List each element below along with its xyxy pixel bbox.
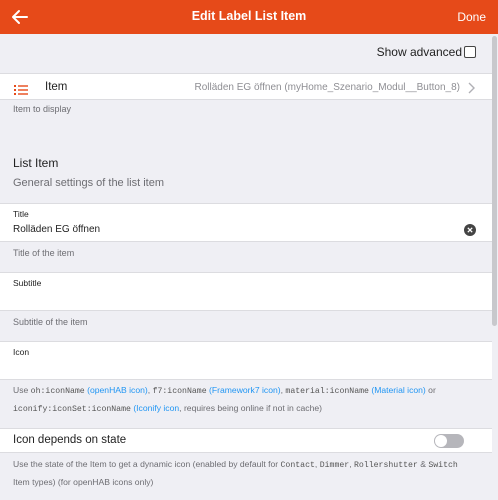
iconify-icon-link[interactable]: (Iconify icon — [133, 403, 179, 413]
subtitle-field[interactable]: Subtitle — [0, 272, 492, 311]
title-field-label: Title — [13, 209, 29, 219]
icon-state-label: Icon depends on state — [13, 434, 127, 446]
item-value: Rolläden EG öffnen (myHome_Szenario_Modu… — [194, 82, 460, 93]
toggle-knob — [435, 435, 447, 447]
section-title: List Item — [13, 156, 59, 170]
icon-field-footer-line1: Use oh:iconName (openHAB icon), f7:iconN… — [13, 385, 436, 396]
show-advanced-label: Show advanced — [376, 45, 462, 59]
section-subtitle: General settings of the list item — [13, 177, 165, 189]
framework7-icon-link[interactable]: (Framework7 icon) — [209, 385, 281, 395]
icon-state-row: Icon depends on state — [0, 428, 492, 453]
icon-field[interactable]: Icon — [0, 341, 492, 380]
item-picker-row[interactable]: Item Rolläden EG öffnen (myHome_Szenario… — [0, 73, 492, 100]
chevron-right-icon — [467, 81, 476, 94]
show-advanced-row: Show advanced — [0, 34, 492, 70]
item-footer: Item to display — [13, 104, 72, 114]
navbar: Edit Label List Item Done — [0, 0, 498, 34]
scrollbar[interactable] — [492, 36, 497, 326]
page-title: Edit Label List Item — [191, 9, 307, 23]
item-label: Item — [45, 81, 68, 93]
icon-state-footer-line2: Item types) (for openHAB icons only) — [13, 477, 154, 487]
subtitle-field-footer: Subtitle of the item — [13, 317, 88, 327]
title-field[interactable]: Title Rolläden EG öffnen — [0, 203, 492, 242]
icon-field-footer-line2: iconify:iconSet:iconName (Iconify icon, … — [13, 403, 323, 414]
openhab-icon-link[interactable]: (openHAB icon) — [87, 385, 148, 395]
done-button[interactable]: Done — [457, 10, 486, 24]
material-icon-link[interactable]: (Material icon) — [371, 385, 425, 395]
show-advanced-checkbox[interactable] — [464, 46, 476, 58]
icon-state-footer-line1: Use the state of the Item to get a dynam… — [13, 459, 458, 470]
icon-state-toggle[interactable] — [434, 434, 464, 448]
list-icon — [14, 82, 28, 95]
title-input[interactable]: Rolläden EG öffnen — [13, 224, 100, 235]
title-field-footer: Title of the item — [13, 248, 75, 258]
icon-field-label: Icon — [13, 347, 30, 357]
subtitle-field-label: Subtitle — [13, 278, 42, 288]
clear-icon[interactable] — [464, 223, 476, 236]
